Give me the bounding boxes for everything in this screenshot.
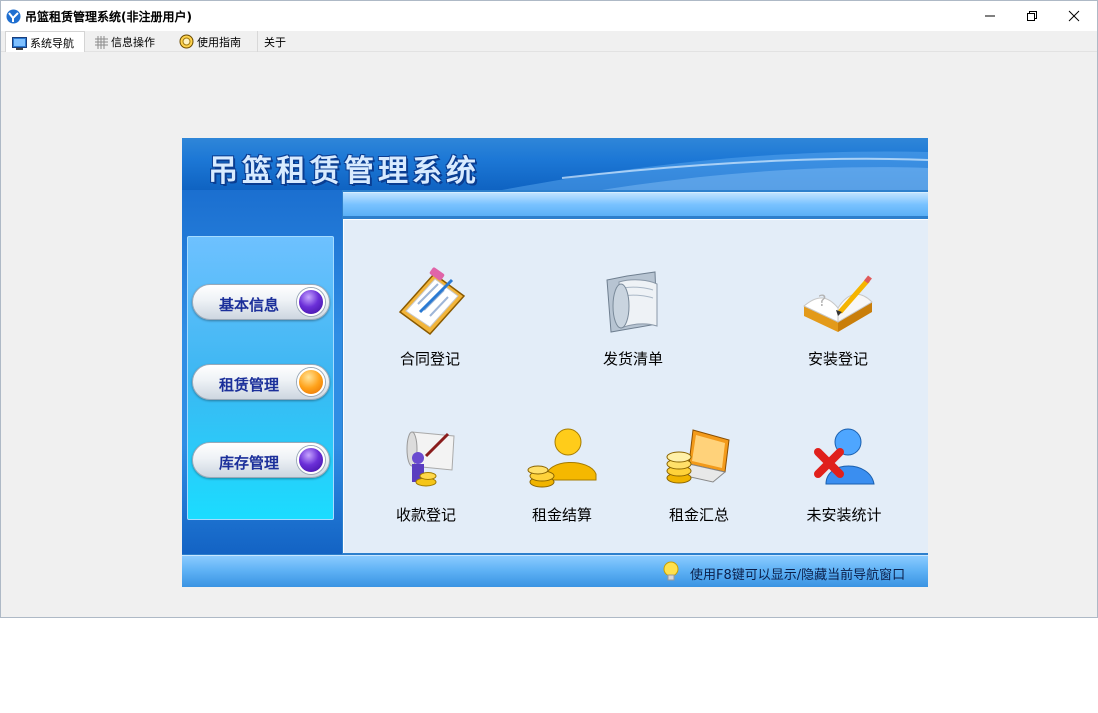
sidebar-button-stock-mgmt[interactable]: 库存管理: [192, 442, 330, 478]
banner-swoosh: [502, 151, 928, 190]
tab-label: 信息操作: [111, 36, 155, 49]
monitor-icon: [12, 37, 27, 50]
folder-scroll-icon: [606, 271, 658, 333]
menu-bar: 系统导航 信息操作 使用指南 关于: [1, 31, 1097, 52]
orange-orb-icon: [297, 368, 325, 396]
tab-user-guide[interactable]: 使用指南: [173, 31, 253, 52]
navigation-panel: 吊篮租赁管理系统 基本信息 租赁管理 库存管理 合同登记 发货清单 ? 安装登记…: [182, 138, 928, 587]
status-bar: 使用F8键可以显示/隐藏当前导航窗口: [182, 555, 928, 587]
item-label: 租金结算: [531, 506, 592, 524]
restore-button[interactable]: [1009, 1, 1055, 31]
presentation-coins-icon: [406, 431, 455, 487]
sidebar-button-label: 基本信息: [219, 296, 280, 314]
svg-text:?: ?: [818, 291, 827, 310]
item-label: 未安装统计: [806, 506, 882, 524]
item-label: 发货清单: [602, 350, 663, 368]
item-label: 收款登记: [395, 506, 456, 524]
item-contract-register[interactable]: 合同登记: [370, 266, 490, 369]
tab-label: 系统导航: [30, 37, 74, 50]
title-bar: 吊篮租赁管理系统(非注册用户): [1, 1, 1097, 31]
tab-info-ops[interactable]: 信息操作: [89, 31, 169, 52]
purple-orb-icon: [297, 288, 325, 316]
banner: 吊篮租赁管理系统: [182, 138, 928, 190]
function-grid: 合同登记 发货清单 ? 安装登记 收款登记 租金结算 租金汇总 未安装统计: [343, 219, 928, 553]
sidebar-button-label: 租赁管理: [219, 376, 280, 394]
app-logo-icon: [6, 9, 21, 24]
item-install-register[interactable]: ? 安装登记: [778, 266, 898, 369]
restore-icon: [1027, 11, 1037, 21]
window-title: 吊篮租赁管理系统(非注册用户): [25, 10, 192, 24]
tab-system-nav[interactable]: 系统导航: [5, 31, 85, 52]
tab-label: 关于: [264, 36, 286, 49]
item-payment-register[interactable]: 收款登记: [366, 422, 486, 525]
sidebar-button-basic-info[interactable]: 基本信息: [192, 284, 330, 320]
contract-clipboard-icon: [398, 267, 466, 336]
user-delete-icon: [814, 428, 875, 485]
item-delivery-list[interactable]: 发货清单: [573, 266, 693, 369]
item-uninstalled-stats[interactable]: 未安装统计: [784, 422, 904, 525]
banner-title: 吊篮租赁管理系统: [208, 154, 480, 189]
tab-label: 使用指南: [197, 36, 241, 49]
tab-about[interactable]: 关于: [257, 31, 297, 52]
sidebar-button-label: 库存管理: [219, 454, 280, 472]
grid-icon: [95, 36, 108, 49]
item-label: 合同登记: [399, 350, 460, 368]
purple-orb-icon: [297, 446, 325, 474]
open-book-pencil-icon: ?: [803, 275, 873, 332]
item-label: 安装登记: [807, 350, 868, 368]
laptop-coins-icon: [666, 429, 730, 484]
status-hint: 使用F8键可以显示/隐藏当前导航窗口: [690, 568, 906, 583]
minimize-icon: [985, 15, 995, 17]
content-header-bar: [343, 192, 928, 216]
item-rent-settlement[interactable]: 租金结算: [502, 422, 622, 525]
item-rent-summary[interactable]: 租金汇总: [639, 422, 759, 525]
sidebar-button-rental-mgmt[interactable]: 租赁管理: [192, 364, 330, 400]
app-window: 吊篮租赁管理系统(非注册用户) 系统导航 信息操作 使用指南 关于 吊篮租赁管理…: [0, 0, 1098, 618]
minimize-button[interactable]: [967, 1, 1013, 31]
close-icon: [1068, 10, 1080, 22]
gold-user-coins-icon: [527, 428, 597, 488]
close-button[interactable]: [1051, 1, 1097, 31]
item-label: 租金汇总: [668, 506, 729, 524]
compass-icon: [179, 34, 194, 49]
lightbulb-icon: [663, 561, 679, 581]
